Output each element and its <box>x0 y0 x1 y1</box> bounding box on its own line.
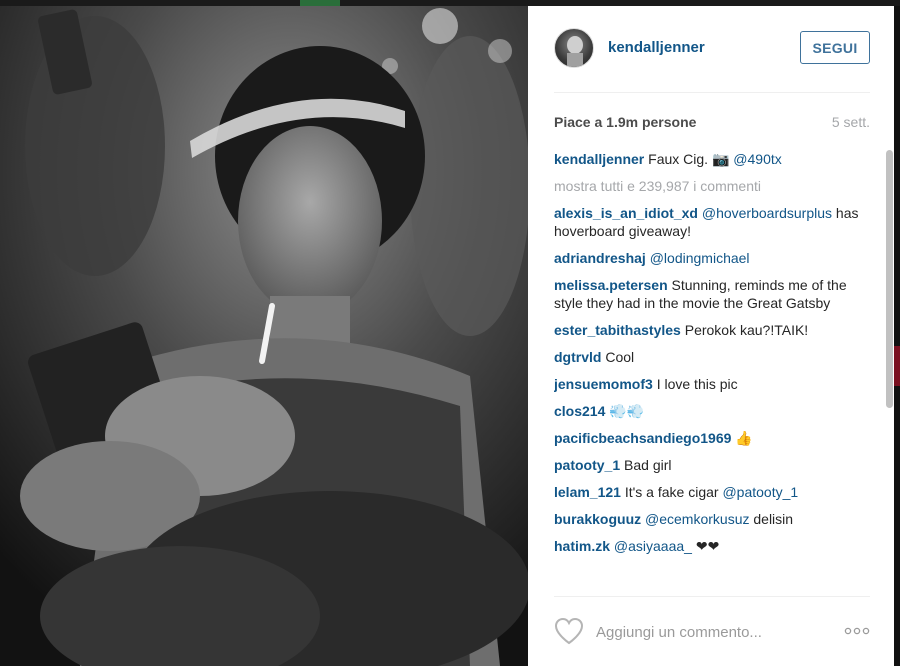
comment-username[interactable]: jensuemomof3 <box>554 376 653 392</box>
post-photo[interactable] <box>0 6 528 666</box>
comment-text: 💨💨 <box>605 403 645 419</box>
list-item: alexis_is_an_idiot_xd @hoverboardsurplus… <box>554 204 870 240</box>
comment-username[interactable]: patooty_1 <box>554 457 620 473</box>
list-item: clos214 💨💨 <box>554 402 870 420</box>
list-item: adriandreshaj @lodingmichael <box>554 249 870 267</box>
comments-list[interactable]: kendalljenner Faux Cig. 📷 @490tx mostra … <box>554 150 870 592</box>
comment-username[interactable]: lelam_121 <box>554 484 621 500</box>
comment-text: Cool <box>601 349 635 365</box>
comment-text: Bad girl <box>620 457 672 473</box>
comment-text: It's a fake cigar <box>620 484 723 500</box>
caption: kendalljenner Faux Cig. 📷 @490tx <box>554 150 870 168</box>
likes-count[interactable]: Piace a 1.9m persone <box>554 114 696 130</box>
comment-username[interactable]: hatim.zk <box>554 538 610 554</box>
post-time[interactable]: 5 sett. <box>832 114 870 130</box>
list-item: ester_tabithastyles Perokok kau?!TAIK! <box>554 321 870 339</box>
comment-mention[interactable]: @asiyaaaa_ <box>610 538 692 554</box>
list-item: hatim.zk @asiyaaaa_ ❤❤ <box>554 537 870 555</box>
comment-footer <box>554 596 870 666</box>
page-background-edge <box>894 6 900 666</box>
comment-username[interactable]: pacificbeachsandiego1969 <box>554 430 731 446</box>
avatar-image <box>567 36 583 67</box>
comment-mention[interactable]: @ecemkorkusuz <box>641 511 749 527</box>
comment-username[interactable]: adriandreshaj <box>554 250 646 266</box>
post-header: kendalljenner SEGUI <box>554 6 870 93</box>
comment-username[interactable]: melissa.petersen <box>554 277 668 293</box>
comment-username[interactable]: dgtrvld <box>554 349 601 365</box>
caption-username[interactable]: kendalljenner <box>554 151 644 167</box>
more-options-icon[interactable] <box>844 619 870 643</box>
list-item: pacificbeachsandiego1969 👍 <box>554 429 870 447</box>
post-username[interactable]: kendalljenner <box>608 39 705 56</box>
comment-text: Perokok kau?!TAIK! <box>680 322 809 338</box>
follow-button[interactable]: SEGUI <box>800 31 870 64</box>
comment-text: 👍 <box>731 430 753 446</box>
post-photo-illustration <box>0 6 528 666</box>
comment-text: ❤❤ <box>691 538 720 554</box>
comment-mention[interactable]: @hoverboardsurplus <box>698 205 832 221</box>
comments-scrollbar[interactable] <box>886 150 894 590</box>
post-details-panel: kendalljenner SEGUI Piace a 1.9m persone… <box>528 6 894 666</box>
comment-mention[interactable]: @lodingmichael <box>646 250 750 266</box>
scrollbar-thumb[interactable] <box>886 150 893 408</box>
comment-username[interactable]: burakkoguuz <box>554 511 641 527</box>
list-item: jensuemomof3 I love this pic <box>554 375 870 393</box>
comment-input[interactable] <box>596 621 816 643</box>
list-item: lelam_121 It's a fake cigar @patooty_1 <box>554 483 870 501</box>
caption-text: Faux Cig. 📷 <box>644 151 734 167</box>
likes-row: Piace a 1.9m persone 5 sett. <box>554 92 870 150</box>
comment-username[interactable]: clos214 <box>554 403 605 419</box>
list-item: patooty_1 Bad girl <box>554 456 870 474</box>
list-item: melissa.petersen Stunning, reminds me of… <box>554 276 870 312</box>
comment-username[interactable]: alexis_is_an_idiot_xd <box>554 205 698 221</box>
comment-text: delisin <box>749 511 794 527</box>
user-avatar[interactable] <box>554 28 594 68</box>
list-item: dgtrvld Cool <box>554 348 870 366</box>
view-all-comments-link[interactable]: mostra tutti e 239,987 i commenti <box>554 177 870 195</box>
comment-username[interactable]: ester_tabithastyles <box>554 322 681 338</box>
caption-mention[interactable]: @490tx <box>733 151 781 167</box>
heart-outline-icon[interactable] <box>554 617 584 645</box>
list-item: burakkoguuz @ecemkorkusuz delisin <box>554 510 870 528</box>
comment-text: I love this pic <box>652 376 738 392</box>
comment-mention[interactable]: @patooty_1 <box>722 484 798 500</box>
